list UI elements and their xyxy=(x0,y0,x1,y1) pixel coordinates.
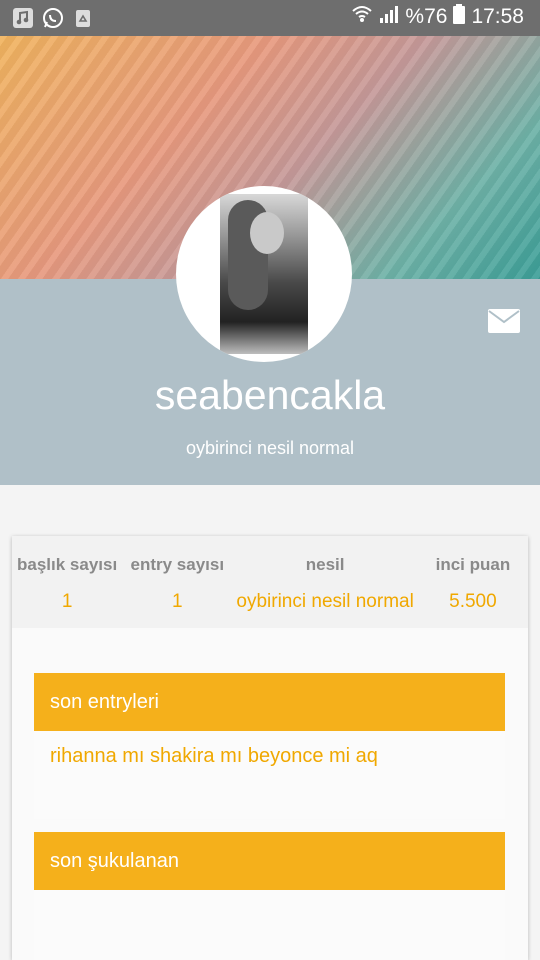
recent-entries-header: son entryleri xyxy=(34,673,505,731)
music-icon xyxy=(12,7,34,29)
wifi-icon xyxy=(351,4,373,30)
stat-value: 5.500 xyxy=(449,591,497,612)
recent-liked-list xyxy=(34,890,505,960)
clock: 17:58 xyxy=(471,5,524,28)
stat-value[interactable]: 1 xyxy=(122,591,232,613)
stat-label: başlık sayısı xyxy=(17,555,118,574)
recycle-icon xyxy=(72,7,94,29)
stat-entry-count: entry sayısı 1 xyxy=(122,536,232,628)
stat-label: entry sayısı xyxy=(130,555,225,574)
stat-value[interactable]: 1 xyxy=(12,591,122,613)
avatar-photo xyxy=(220,194,308,354)
username: seabencakla xyxy=(154,372,386,418)
avatar[interactable] xyxy=(176,186,352,362)
status-bar: %76 17:58 xyxy=(0,0,540,36)
battery-level: %76 xyxy=(405,5,448,28)
user-generation: oybirinci nesil normal xyxy=(185,438,355,458)
profile-card: başlık sayısı 1 entry sayısı 1 nesil oyb… xyxy=(12,536,528,960)
stats-row: başlık sayısı 1 entry sayısı 1 nesil oyb… xyxy=(12,536,528,628)
stat-topic-count: başlık sayısı 1 xyxy=(12,536,122,628)
stat-generation: nesil oybirinci nesil normal xyxy=(232,536,417,628)
stat-points: inci puan 5.500 xyxy=(418,536,528,628)
signal-icon xyxy=(379,4,399,30)
envelope-icon[interactable] xyxy=(488,309,520,333)
recent-entries-list: rihanna mı shakira mı beyonce mi aq xyxy=(34,731,505,819)
stat-label: nesil xyxy=(305,555,345,574)
stat-label: inci puan xyxy=(435,555,511,574)
stat-value: oybirinci nesil normal xyxy=(236,591,414,612)
battery-icon xyxy=(453,4,466,30)
whatsapp-icon xyxy=(42,7,64,29)
recent-liked-header: son şukulanan xyxy=(34,832,505,890)
entry-link[interactable]: rihanna mı shakira mı beyonce mi aq xyxy=(34,731,505,782)
